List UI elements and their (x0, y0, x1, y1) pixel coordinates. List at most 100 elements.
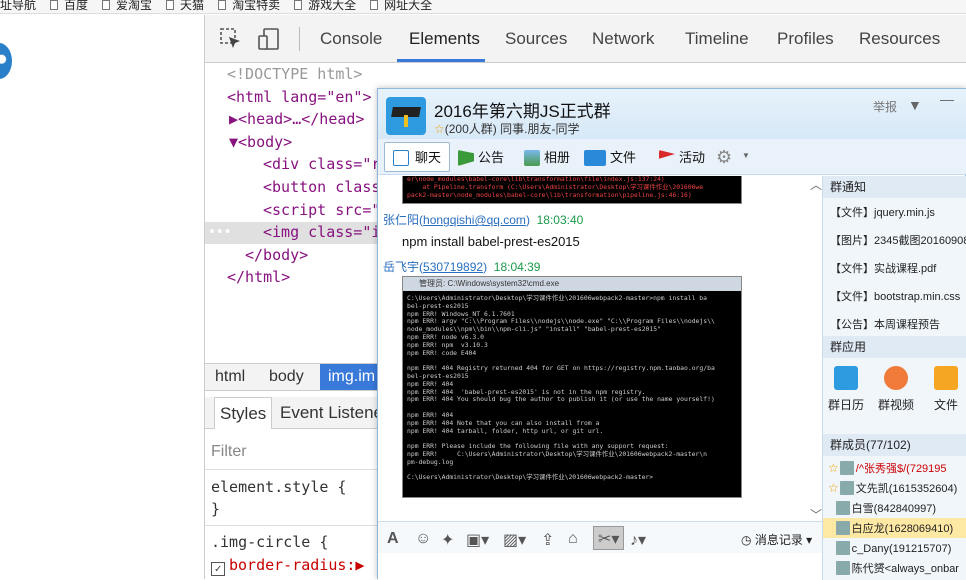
bookmark-item[interactable]: 百度 (50, 0, 89, 12)
tab-chat[interactable]: 聊天 (384, 142, 451, 172)
app-calendar[interactable]: 群日历 (826, 366, 866, 413)
settings-gear-icon[interactable]: ⚙ (716, 147, 732, 168)
dom-node-line[interactable]: <img class="i (263, 221, 380, 243)
bookmark-item[interactable]: 游戏大全 (294, 0, 356, 11)
bookmark-item[interactable]: 天猫 (166, 0, 204, 11)
group-file-item[interactable]: 【文件】jquery.min.js (830, 204, 935, 220)
member-row[interactable]: 陈代赟<always_onbar (823, 558, 966, 578)
dom-node-line[interactable]: <!DOCTYPE html> (227, 63, 362, 85)
dom-node-line[interactable]: <button class (263, 176, 380, 198)
cmd-line: npm ERR! 404 tarball, folder, http url, … (407, 426, 604, 435)
present-icon[interactable]: ⌂ (568, 530, 578, 548)
emoji-icon[interactable]: ☺ (415, 530, 431, 548)
dom-node-line[interactable]: ▶<head>…</head> (229, 108, 364, 130)
cmd-screenshot-image[interactable]: 管理员: C:\Windows\system32\cmd.exe C:\User… (402, 276, 742, 498)
cmd-line: node_modules\\npm\\bin\\npm-cli.js" "ins… (407, 325, 661, 334)
styles-filter-input[interactable]: Filter (211, 443, 247, 461)
screenshot-scissors-icon[interactable]: ✂▾ (593, 526, 625, 550)
scroll-down-icon[interactable]: ﹀ (810, 506, 822, 520)
app-video[interactable]: 群视频 (876, 366, 916, 413)
bookmark-item[interactable]: 淘宝特卖 (218, 0, 280, 11)
node-more-dots[interactable]: ••• (208, 222, 231, 244)
sender-account-link[interactable]: hongqishi@qq.com (423, 213, 526, 227)
member-row[interactable]: ☆ 文先凯(1615352604) (823, 478, 966, 498)
tab-profiles[interactable]: Profiles (777, 29, 834, 49)
device-mode-icon[interactable] (257, 27, 281, 51)
member-row[interactable]: c_Dany(191215707) (823, 538, 966, 558)
group-file-item[interactable]: 【文件】bootstrap.min.css (830, 288, 960, 304)
property-checkbox[interactable]: ✓ (211, 562, 225, 576)
group-side-panel: 群通知 【文件】jquery.min.js 【图片】2345截图20160908 【… (822, 176, 966, 580)
breadcrumb-img[interactable]: img.im (320, 364, 384, 390)
dom-node-line[interactable]: </body> (245, 244, 308, 266)
bookmark-label: 爱淘宝 (116, 0, 153, 12)
image-icon[interactable]: ▨▾ (503, 530, 526, 550)
music-icon[interactable]: ♪▾ (630, 530, 646, 550)
upload-icon[interactable]: ⇪ (541, 530, 554, 550)
tab-styles[interactable]: Styles (214, 397, 273, 429)
flag-icon (458, 150, 474, 166)
dom-node-line[interactable]: <div class="r (263, 153, 380, 175)
group-name: 2016年第六期JS正式群 (434, 102, 611, 121)
group-file-item[interactable]: 【公告】本周课程预告 (830, 316, 940, 332)
tab-console[interactable]: Console (320, 29, 382, 49)
app-files[interactable]: 文件 (926, 366, 966, 413)
tab-notice[interactable]: 公告 (456, 146, 504, 170)
message-history-button[interactable]: ◷ 消息记录 ▾ (741, 531, 812, 548)
tab-activity[interactable]: 活动 (657, 146, 705, 170)
dom-node-line[interactable]: ▼<body> (229, 131, 292, 153)
shake-icon[interactable]: ✦ (441, 530, 454, 550)
bookmark-item[interactable]: 址导航 (0, 0, 36, 11)
cmd-line: C:\Users\Administrator\Desktop\学习课件作业\20… (407, 294, 707, 302)
inspect-element-icon[interactable] (219, 27, 243, 51)
message-input[interactable] (378, 554, 822, 580)
message-header: 张仁阳(hongqishi@qq.com) 18:03:40 (383, 213, 584, 227)
bookmark-label: 百度 (64, 0, 89, 12)
breadcrumb-body[interactable]: body (269, 368, 304, 386)
tab-network[interactable]: Network (592, 29, 654, 49)
breadcrumb-html[interactable]: html (215, 368, 245, 386)
active-tab-indicator (397, 59, 485, 62)
report-button[interactable]: 举报 (873, 98, 897, 115)
video-icon (884, 366, 908, 390)
gift-icon[interactable]: ▣▾ (466, 530, 489, 550)
member-row[interactable]: 白雪(842840997) (823, 498, 966, 518)
page-icon (102, 0, 111, 10)
bookmarks-bar: 址导航 百度 爱淘宝 天猫 淘宝特卖 游戏大全 网址大全 (0, 0, 966, 14)
group-file-item[interactable]: 【图片】2345截图20160908 (830, 232, 966, 248)
message-time: 18:03:40 (536, 213, 584, 227)
bookmark-item[interactable]: 爱淘宝 (102, 0, 153, 12)
dropdown-arrow-icon[interactable]: ▼ (908, 97, 922, 113)
cmd-line: npm ERR! Windows_NT 6.1.7601 (407, 309, 515, 318)
screenshot-image[interactable]: er\node_modules\babel-core\lib\transform… (402, 176, 742, 204)
avatar-icon[interactable] (0, 43, 12, 79)
sender-name[interactable]: 岳飞宇 (383, 260, 419, 274)
group-avatar[interactable] (386, 97, 426, 135)
img-circle-rule[interactable]: .img-circle { (211, 533, 328, 551)
tab-event-listeners[interactable]: Event Listene (280, 403, 383, 423)
font-icon[interactable]: A (387, 530, 399, 548)
tab-sources[interactable]: Sources (505, 29, 567, 49)
element-style-rule[interactable]: element.style { (211, 478, 346, 496)
tab-album[interactable]: 相册 (522, 146, 570, 170)
dom-node-line[interactable]: <html lang="en"> (227, 86, 372, 108)
page-icon (50, 0, 59, 10)
tab-resources[interactable]: Resources (859, 29, 940, 49)
group-file-item[interactable]: 【文件】实战课程.pdf (830, 260, 936, 276)
sender-account-link[interactable]: 530719892 (423, 260, 483, 274)
collapse-up-icon[interactable]: ︿ (810, 176, 822, 193)
border-radius-property[interactable]: ✓ border-radius:▶ (211, 556, 364, 576)
bookmark-item[interactable]: 网址大全 (370, 0, 432, 11)
dom-node-line[interactable]: </html> (227, 266, 290, 288)
dom-node-line[interactable]: <script src=" (263, 199, 380, 221)
tab-elements[interactable]: Elements (409, 29, 480, 49)
minimize-icon[interactable]: — (940, 91, 954, 107)
tab-timeline[interactable]: Timeline (685, 29, 749, 49)
chevron-down-icon[interactable]: ▼ (742, 151, 750, 160)
sender-name[interactable]: 张仁阳 (383, 213, 419, 227)
member-row[interactable]: 白应龙(1628069410) (823, 518, 966, 538)
member-row[interactable]: ☆ /^张秀强$/(729195 (823, 458, 966, 478)
tab-files[interactable]: 文件 (584, 146, 636, 170)
